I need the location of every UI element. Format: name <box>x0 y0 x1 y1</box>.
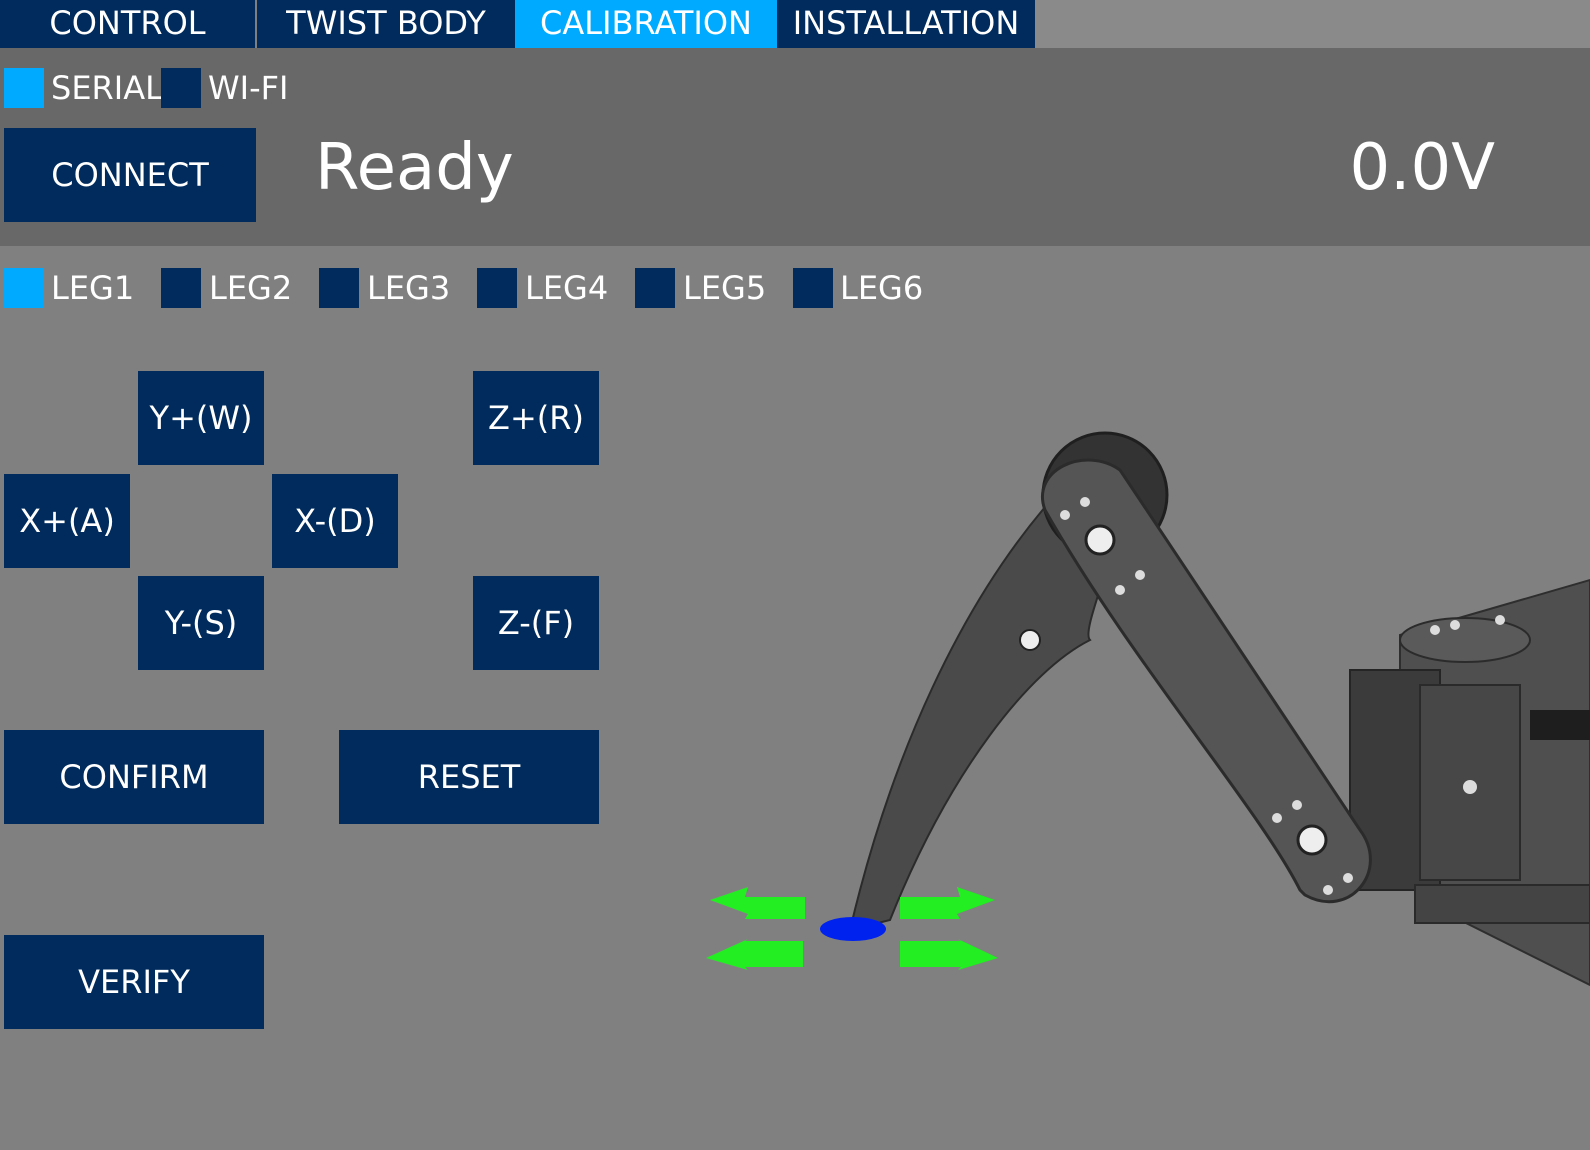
robot-leg-render <box>706 431 1590 987</box>
y-minus-button[interactable]: Y-(S) <box>138 576 264 670</box>
leg5-checkbox[interactable] <box>635 268 675 308</box>
leg6-checkbox[interactable] <box>793 268 833 308</box>
tab-bar: CONTROL TWIST BODY CALIBRATION INSTALLAT… <box>0 0 1590 48</box>
tab-installation[interactable]: INSTALLATION <box>777 0 1035 48</box>
leg1-checkbox[interactable] <box>4 268 44 308</box>
wifi-checkbox[interactable] <box>161 68 201 108</box>
leg3-label: LEG3 <box>367 269 451 307</box>
reset-button[interactable]: RESET <box>339 730 599 824</box>
battery-voltage: 0.0V <box>1349 131 1495 205</box>
y-plus-button[interactable]: Y+(W) <box>138 371 264 465</box>
leg3-checkbox[interactable] <box>319 268 359 308</box>
leg1-label: LEG1 <box>51 269 135 307</box>
leg5-label: LEG5 <box>683 269 767 307</box>
target-marker-icon <box>820 917 886 941</box>
z-plus-button[interactable]: Z+(R) <box>473 371 599 465</box>
connect-button[interactable]: CONNECT <box>4 128 256 222</box>
wifi-label: WI-FI <box>208 69 289 107</box>
robot-body-icon <box>1349 578 1590 987</box>
x-plus-button[interactable]: X+(A) <box>4 474 130 568</box>
tab-twist-body[interactable]: TWIST BODY <box>257 0 515 48</box>
z-minus-button[interactable]: Z-(F) <box>473 576 599 670</box>
leg4-checkbox[interactable] <box>477 268 517 308</box>
serial-checkbox[interactable] <box>4 68 44 108</box>
serial-label: SERIAL <box>51 69 163 107</box>
leg4-label: LEG4 <box>525 269 609 307</box>
verify-button[interactable]: VERIFY <box>4 935 264 1029</box>
robot-leg-icon <box>848 431 1372 932</box>
x-minus-button[interactable]: X-(D) <box>272 474 398 568</box>
leg2-label: LEG2 <box>209 269 293 307</box>
leg6-label: LEG6 <box>840 269 924 307</box>
leg2-checkbox[interactable] <box>161 268 201 308</box>
confirm-button[interactable]: CONFIRM <box>4 730 264 824</box>
status-message: Ready <box>315 131 514 205</box>
tab-calibration[interactable]: CALIBRATION <box>515 0 777 48</box>
tab-control[interactable]: CONTROL <box>0 0 255 48</box>
